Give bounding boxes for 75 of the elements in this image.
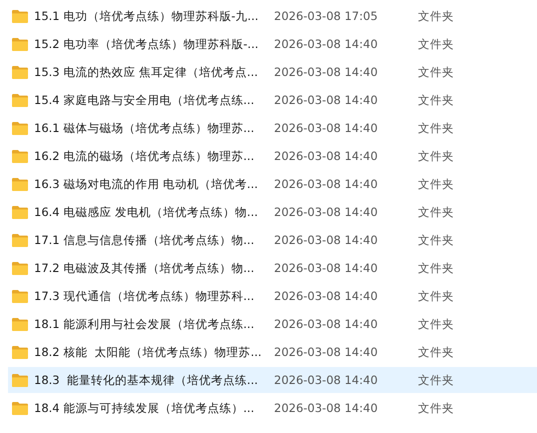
folder-icon: [12, 150, 28, 162]
modified-date: 2026-03-08 14:40: [274, 317, 379, 331]
file-type: 文件夹: [418, 148, 454, 164]
modified-date: 2026-03-08 14:40: [274, 205, 379, 219]
file-type: 文件夹: [418, 288, 454, 304]
file-row[interactable]: 15.2 电功率（培优考点练）物理苏科版-... 2026-03-08 14:40 文件夹: [8, 31, 537, 57]
file-row[interactable]: 18.2 核能 太阳能（培优考点练）物理苏... 2026-03-08 14:40 文件夹: [8, 339, 537, 365]
modified-date: 2026-03-08 17:05: [274, 9, 379, 23]
file-name: 15.2 电功率（培优考点练）物理苏科版-...: [34, 36, 260, 52]
file-name: 18.2 核能 太阳能（培优考点练）物理苏...: [34, 344, 263, 360]
file-row[interactable]: 18.3 能量转化的基本规律（培优考点练... 2026-03-08 14:40 文件夹: [8, 367, 537, 393]
file-row[interactable]: 17.1 信息与信息传播（培优考点练）物... 2026-03-08 14:40 文件夹: [8, 227, 537, 253]
file-type: 文件夹: [418, 36, 454, 52]
folder-icon: [12, 10, 28, 22]
file-row[interactable]: 17.2 电磁波及其传播（培优考点练）物... 2026-03-08 14:40 文件夹: [8, 255, 537, 281]
folder-icon: [12, 178, 28, 190]
file-name: 18.1 能源利用与社会发展（培优考点练...: [34, 316, 256, 332]
file-type: 文件夹: [418, 260, 454, 276]
modified-date: 2026-03-08 14:40: [274, 401, 379, 415]
file-name: 15.4 家庭电路与安全用电（培优考点练...: [34, 92, 256, 108]
file-type: 文件夹: [418, 92, 454, 108]
file-row[interactable]: 18.1 能源利用与社会发展（培优考点练... 2026-03-08 14:40 文件夹: [8, 311, 537, 337]
modified-date: 2026-03-08 14:40: [274, 289, 379, 303]
folder-icon: [12, 318, 28, 330]
folder-icon: [12, 374, 28, 386]
file-type: 文件夹: [418, 8, 454, 24]
file-type: 文件夹: [418, 176, 454, 192]
file-row[interactable]: 15.1 电功（培优考点练）物理苏科版-九... 2026-03-08 17:05 文件夹: [8, 3, 537, 29]
modified-date: 2026-03-08 14:40: [274, 373, 379, 387]
file-type: 文件夹: [418, 120, 454, 136]
file-name: 17.2 电磁波及其传播（培优考点练）物...: [34, 260, 256, 276]
modified-date: 2026-03-08 14:40: [274, 149, 379, 163]
file-name: 16.4 电磁感应 发电机（培优考点练）物...: [34, 204, 259, 220]
file-row[interactable]: 16.2 电流的磁场（培优考点练）物理苏... 2026-03-08 14:40 文件夹: [8, 143, 537, 169]
modified-date: 2026-03-08 14:40: [274, 93, 379, 107]
file-row[interactable]: 15.3 电流的热效应 焦耳定律（培优考点... 2026-03-08 14:40 文件夹: [8, 59, 537, 85]
file-row[interactable]: 18.4 能源与可持续发展（培优考点练）... 2026-03-08 14:40 文件夹: [8, 395, 537, 421]
file-type: 文件夹: [418, 64, 454, 80]
folder-icon: [12, 234, 28, 246]
file-type: 文件夹: [418, 400, 454, 416]
file-row[interactable]: 16.1 磁体与磁场（培优考点练）物理苏... 2026-03-08 14:40 文件夹: [8, 115, 537, 141]
file-type: 文件夹: [418, 316, 454, 332]
modified-date: 2026-03-08 14:40: [274, 177, 379, 191]
modified-date: 2026-03-08 14:40: [274, 345, 379, 359]
file-row[interactable]: 17.3 现代通信（培优考点练）物理苏科... 2026-03-08 14:40 文件夹: [8, 283, 537, 309]
folder-icon: [12, 262, 28, 274]
file-type: 文件夹: [418, 204, 454, 220]
folder-icon: [12, 66, 28, 78]
modified-date: 2026-03-08 14:40: [274, 121, 379, 135]
folder-icon: [12, 402, 28, 414]
file-name: 15.1 电功（培优考点练）物理苏科版-九...: [34, 8, 260, 24]
folder-icon: [12, 206, 28, 218]
file-row[interactable]: 16.3 磁场对电流的作用 电动机（培优考... 2026-03-08 14:40 文件夹: [8, 171, 537, 197]
folder-icon: [12, 346, 28, 358]
file-type: 文件夹: [418, 344, 454, 360]
folder-icon: [12, 122, 28, 134]
file-name: 16.1 磁体与磁场（培优考点练）物理苏...: [34, 120, 256, 136]
folder-icon: [12, 94, 28, 106]
modified-date: 2026-03-08 14:40: [274, 233, 379, 247]
file-row[interactable]: 16.4 电磁感应 发电机（培优考点练）物... 2026-03-08 14:40 文件夹: [8, 199, 537, 225]
modified-date: 2026-03-08 14:40: [274, 65, 379, 79]
file-name: 15.3 电流的热效应 焦耳定律（培优考点...: [34, 64, 259, 80]
file-name: 16.2 电流的磁场（培优考点练）物理苏...: [34, 148, 256, 164]
file-name: 17.1 信息与信息传播（培优考点练）物...: [34, 232, 256, 248]
file-type: 文件夹: [418, 232, 454, 248]
file-row[interactable]: 15.4 家庭电路与安全用电（培优考点练... 2026-03-08 14:40 文件夹: [8, 87, 537, 113]
file-name: 17.3 现代通信（培优考点练）物理苏科...: [34, 288, 256, 304]
file-type: 文件夹: [418, 372, 454, 388]
folder-icon: [12, 290, 28, 302]
modified-date: 2026-03-08 14:40: [274, 261, 379, 275]
file-name: 18.4 能源与可持续发展（培优考点练）...: [34, 400, 256, 416]
file-name: 18.3 能量转化的基本规律（培优考点练...: [34, 372, 259, 388]
folder-icon: [12, 38, 28, 50]
file-name: 16.3 磁场对电流的作用 电动机（培优考...: [34, 176, 259, 192]
modified-date: 2026-03-08 14:40: [274, 37, 379, 51]
